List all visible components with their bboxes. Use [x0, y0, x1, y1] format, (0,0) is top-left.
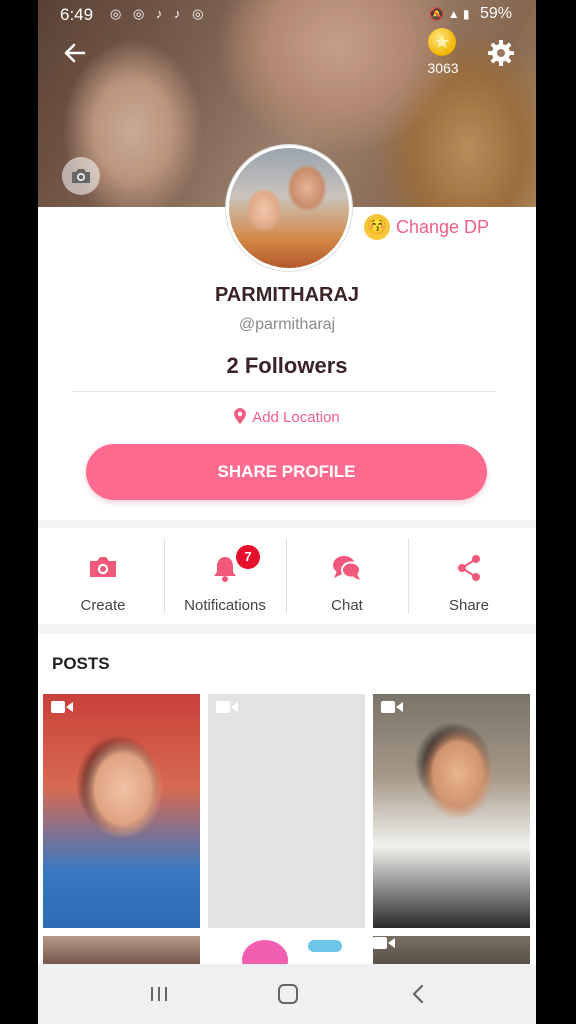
home-icon[interactable]: [273, 980, 303, 1008]
notification-badge: 7: [236, 545, 260, 569]
recent-apps-icon[interactable]: [144, 980, 174, 1008]
location-pin-icon: [234, 408, 247, 424]
back-icon[interactable]: [403, 980, 433, 1008]
create-label: Create: [80, 597, 126, 614]
battery-percent: 59%: [479, 5, 512, 22]
chat-button[interactable]: Chat: [286, 528, 408, 624]
coin-count: 3063: [427, 60, 459, 76]
share-icon: [455, 554, 483, 587]
action-row: Create 7 Notifications Chat Share: [38, 528, 536, 624]
video-icon: [381, 701, 403, 713]
avatar[interactable]: [226, 145, 352, 271]
chat-icon: [332, 554, 362, 587]
status-bar: 6:49 ◎ ◎ ♪ ♪ ◎ 🔕 ▲ ▮ 59%: [38, 0, 536, 28]
posts-title: POSTS: [52, 654, 110, 673]
status-time: 6:49: [60, 5, 94, 24]
chat-label: Chat: [331, 597, 363, 614]
profile-handle: @parmitharaj: [238, 316, 336, 333]
notifications-button[interactable]: 7 Notifications: [164, 528, 286, 624]
status-right: 🔕 ▲ ▮ 59%: [429, 5, 512, 23]
signal-icons: 🔕 ▲ ▮: [429, 7, 470, 21]
video-icon: [373, 937, 395, 949]
create-button[interactable]: Create: [42, 528, 164, 624]
navigation-bar: [38, 964, 536, 1024]
gear-icon[interactable]: [486, 38, 516, 68]
profile-name: PARMITHARAJ: [214, 284, 360, 306]
share-label: Share: [448, 597, 490, 614]
sticker-graphic: [308, 940, 342, 952]
phone-screen: 6:49 ◎ ◎ ♪ ♪ ◎ 🔕 ▲ ▮ 59% 3063 😚 Change D…: [38, 0, 536, 1024]
video-icon: [51, 701, 73, 713]
change-cover-button[interactable]: [62, 157, 100, 195]
add-location-label: Add Location: [252, 409, 340, 426]
post-thumbnail[interactable]: [43, 694, 200, 928]
camera-icon: [72, 169, 90, 183]
posts-section: POSTS: [38, 634, 536, 976]
camera-icon: [88, 554, 118, 585]
coin-icon[interactable]: [428, 28, 456, 56]
divider: [72, 391, 496, 392]
video-icon: [216, 701, 238, 713]
change-dp-link[interactable]: Change DP: [396, 217, 489, 238]
post-thumbnail[interactable]: [373, 694, 530, 928]
notification-icons: ◎ ◎ ♪ ♪ ◎: [110, 6, 208, 21]
emoji-icon[interactable]: 😚: [364, 214, 390, 240]
bell-icon: [212, 554, 238, 587]
followers-count[interactable]: 2 Followers: [38, 353, 536, 379]
share-button[interactable]: Share: [408, 528, 530, 624]
post-thumbnail[interactable]: [208, 694, 365, 928]
add-location-link[interactable]: Add Location: [38, 408, 536, 426]
back-arrow-icon[interactable]: [58, 36, 92, 70]
share-profile-button[interactable]: SHARE PROFILE: [86, 444, 487, 500]
notifications-label: Notifications: [184, 597, 266, 614]
